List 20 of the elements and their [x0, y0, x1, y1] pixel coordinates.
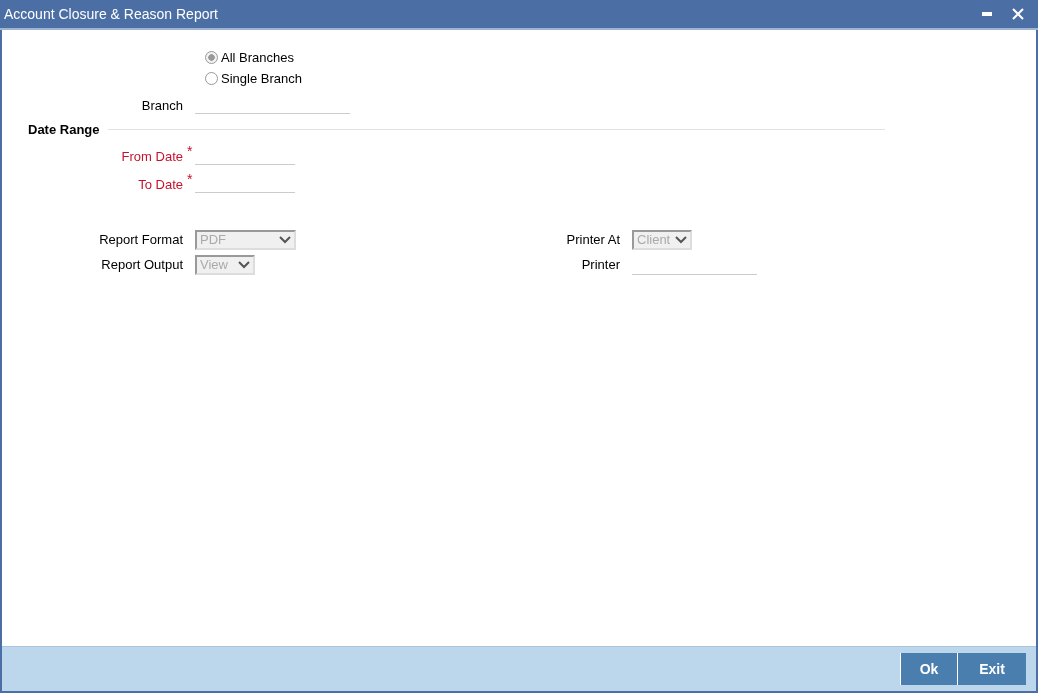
field-label: Printer	[580, 256, 621, 273]
field-label: Report Output	[100, 256, 184, 273]
chevron-down-icon	[238, 260, 250, 269]
chevron-down-icon	[279, 235, 291, 244]
dialog-button[interactable]: Exit	[957, 653, 1026, 685]
required-mark: *	[187, 171, 193, 187]
section-title: Date Range	[28, 122, 101, 137]
window-title: Account Closure & Reason Report	[4, 6, 218, 22]
close-icon[interactable]	[1012, 8, 1024, 20]
field-label: Printer At	[565, 231, 621, 248]
field-label: From Date	[120, 149, 184, 165]
field-label: To Date	[137, 177, 184, 193]
dialog-button[interactable]: Ok	[900, 653, 957, 685]
field-label: Report Format	[98, 231, 184, 248]
radio-option[interactable]: All Branches	[205, 50, 294, 65]
chevron-down-icon	[675, 235, 687, 244]
required-mark: *	[187, 143, 193, 159]
radio-option[interactable]: Single Branch	[205, 71, 302, 86]
minimize-icon[interactable]	[982, 12, 992, 16]
field-label: Branch	[140, 98, 184, 114]
